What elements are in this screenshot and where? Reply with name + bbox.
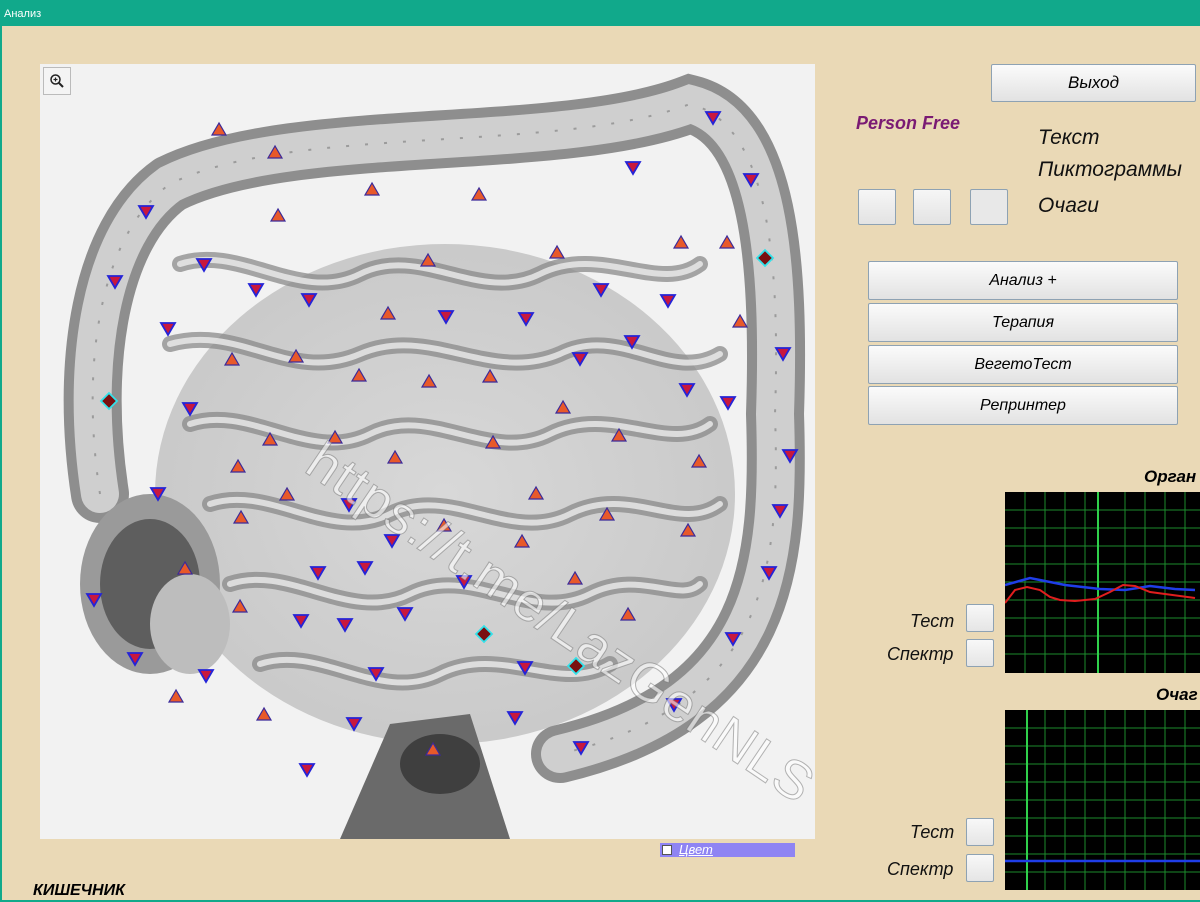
window-title: Анализ [4,8,42,20]
vegetest-button[interactable]: ВегетоТест [868,345,1178,384]
analysis-plus-button[interactable]: Анализ + [868,261,1178,300]
organ-chart [1004,492,1200,673]
organ-image-panel[interactable] [40,64,815,839]
color-checkbox[interactable] [662,845,672,855]
color-toggle[interactable]: Цвет [660,843,795,857]
title-bar: Анализ [0,0,1200,26]
magnifier-plus-icon [50,74,64,88]
person-label: Person Free [856,113,961,133]
pictograms-toggle-button[interactable] [913,189,951,225]
option-foci-label: Очаги [1038,194,1099,217]
option-pictograms-label: Пиктограммы [1038,158,1182,181]
foci-chart-grid [1005,710,1200,890]
therapy-button[interactable]: Терапия [868,303,1178,342]
foci-chart-title: Очаг [1156,685,1198,704]
organ-test-button[interactable] [966,604,994,632]
foci-chart-plot [1005,710,1200,890]
organ-test-label: Тест [910,611,955,631]
organ-chart-plot [1004,492,1200,673]
intestine-illustration [40,64,815,839]
foci-chart [1005,710,1200,890]
foci-toggle-button[interactable] [970,189,1008,225]
text-toggle-button[interactable] [858,189,896,225]
foci-test-button[interactable] [966,818,994,846]
foci-spectrum-button[interactable] [966,854,994,882]
window-frame-left [0,26,2,902]
option-text-label: Текст [1038,126,1100,149]
color-toggle-label: Цвет [679,842,713,857]
reprinter-button[interactable]: Репринтер [868,386,1178,425]
exit-button[interactable]: Выход [991,64,1196,102]
foci-test-label: Тест [910,822,955,842]
organ-chart-title: Орган [1144,467,1197,486]
organ-spectrum-label: Спектр [887,644,954,664]
zoom-button[interactable] [43,67,71,95]
organ-chart-grid [1005,492,1200,673]
foci-spectrum-label: Спектр [887,859,954,879]
organ-spectrum-button[interactable] [966,639,994,667]
organ-name: КИШЕЧНИК [33,882,125,899]
